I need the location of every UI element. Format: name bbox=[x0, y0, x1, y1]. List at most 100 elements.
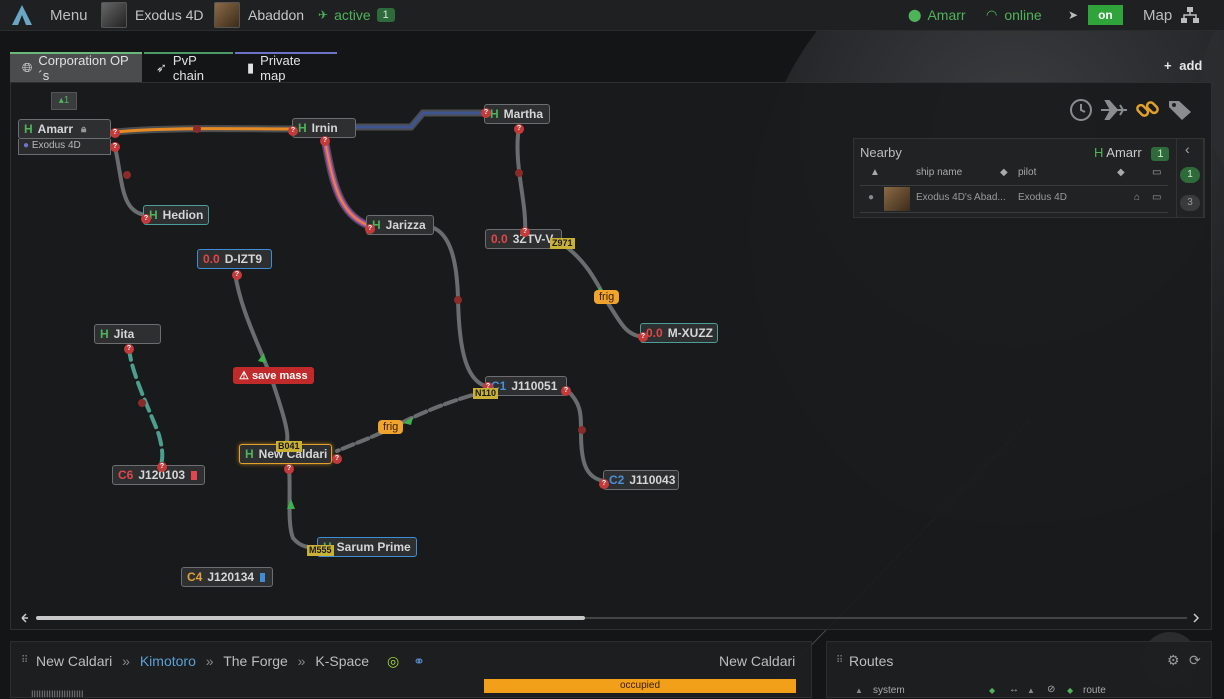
nearby-title: Nearby bbox=[860, 145, 902, 160]
breadcrumb-separator: » bbox=[297, 653, 306, 669]
sort-icon[interactable]: ◆ bbox=[1067, 686, 1073, 695]
system-security: 0.0 bbox=[491, 232, 508, 246]
logo-icon bbox=[12, 5, 32, 25]
endpoint-marker[interactable]: ? bbox=[481, 108, 491, 118]
character-button[interactable]: Exodus 4D bbox=[101, 0, 203, 30]
column-system[interactable]: system bbox=[873, 685, 905, 696]
endpoint-marker[interactable]: ? bbox=[124, 344, 134, 354]
connection-jita-j120103 bbox=[127, 346, 165, 467]
endpoint-marker[interactable]: ? bbox=[110, 142, 120, 152]
toggle-on-button[interactable]: on bbox=[1088, 5, 1123, 25]
sort-icon[interactable]: ▲ bbox=[1027, 686, 1035, 695]
system-irnin[interactable]: H Irnin bbox=[292, 118, 356, 138]
share-icon[interactable]: ⚭ bbox=[413, 653, 425, 669]
system-security: C2 bbox=[609, 473, 625, 487]
menu-button[interactable]: Menu bbox=[10, 0, 88, 30]
sort-icon[interactable]: ◆ bbox=[1117, 167, 1125, 178]
plane-icon[interactable] bbox=[1099, 98, 1129, 122]
endpoint-marker[interactable]: ? bbox=[288, 126, 298, 136]
save-mass-label: save mass bbox=[251, 370, 308, 382]
system-name: Irnin bbox=[311, 121, 338, 135]
add-map-button[interactable]: + add bbox=[1164, 58, 1202, 73]
connection-martha-3ztvv bbox=[515, 125, 528, 233]
plus-icon: + bbox=[1164, 58, 1172, 73]
side-count-badge[interactable]: 3 bbox=[1180, 195, 1200, 211]
system-name: M-XUZZ bbox=[667, 326, 714, 340]
endpoint-marker[interactable]: ? bbox=[520, 227, 530, 237]
side-count-badge[interactable]: 1 bbox=[1180, 167, 1200, 183]
tab-corporation-ops[interactable]: 🌐︎ Corporation OP´s bbox=[10, 52, 142, 83]
ship-avatar bbox=[214, 2, 240, 28]
endpoint-marker[interactable]: ? bbox=[332, 454, 342, 464]
user-count-marker[interactable]: ▴1 bbox=[51, 92, 77, 110]
system-amarr[interactable]: H Amarr 🔒︎ bbox=[18, 119, 111, 139]
column-ship-name[interactable]: ship name bbox=[916, 167, 962, 178]
tab-label: Private map bbox=[260, 53, 301, 83]
system-jita[interactable]: H Jita bbox=[94, 324, 161, 344]
map-marker-icon: ● bbox=[868, 192, 875, 203]
signature-tag: Z971 bbox=[550, 238, 575, 249]
menu-label: Menu bbox=[50, 6, 88, 24]
status-square bbox=[191, 470, 197, 480]
system-d-izt9[interactable]: 0.0 D-IZT9 bbox=[197, 249, 272, 269]
sort-icon[interactable]: ◆ bbox=[1000, 167, 1008, 178]
breadcrumb-separator: » bbox=[205, 653, 214, 669]
home-icon: ⌂ bbox=[1134, 192, 1141, 203]
breadcrumb-separator: » bbox=[122, 653, 130, 669]
id-card-icon: ▭ bbox=[1152, 192, 1162, 203]
map-button[interactable]: Map bbox=[1143, 0, 1200, 30]
system-j110043[interactable]: C2 J110043 bbox=[603, 470, 679, 490]
settings-icon[interactable]: ⚙ bbox=[1167, 652, 1180, 669]
breadcrumb-constellation[interactable]: Kimotoro bbox=[140, 653, 196, 669]
system-j120134[interactable]: C4 J120134 bbox=[181, 567, 273, 587]
system-martha[interactable]: H Martha bbox=[484, 104, 550, 124]
tags-icon[interactable] bbox=[1167, 98, 1195, 122]
sort-icon[interactable]: ▲ bbox=[870, 167, 880, 178]
system-security: 0.0 bbox=[646, 326, 663, 340]
pilot-name: Exodus 4D bbox=[31, 140, 81, 151]
drag-handle-icon[interactable]: ⠿ bbox=[21, 655, 28, 666]
endpoint-marker[interactable]: ? bbox=[514, 124, 524, 134]
system-security: H bbox=[100, 327, 109, 341]
system-name: Amarr bbox=[37, 122, 74, 136]
tab-label: Corporation OP´s bbox=[38, 53, 129, 83]
tab-private-map[interactable]: ▮ Private map bbox=[235, 52, 337, 83]
system-security: C6 bbox=[118, 468, 134, 482]
system-security: H bbox=[245, 447, 254, 461]
nearby-row[interactable]: ● bbox=[860, 185, 1168, 213]
endpoint-marker[interactable]: ? bbox=[232, 270, 242, 280]
endpoint-marker[interactable]: ? bbox=[110, 128, 120, 138]
endpoint-marker[interactable]: ? bbox=[365, 224, 375, 234]
system-m-xuzz[interactable]: 0.0 M-XUZZ bbox=[640, 323, 718, 343]
drag-handle-icon[interactable]: ⠿ bbox=[836, 655, 843, 666]
sort-icon[interactable]: ◆ bbox=[989, 686, 995, 695]
routes-panel: ⠿ Routes ⚙ ⟳ ▲ system ◆ ↔ ▲ ⊘ ◆ route bbox=[826, 641, 1212, 698]
refresh-icon[interactable]: ⟳ bbox=[1189, 652, 1201, 669]
system-jarizza[interactable]: H Jarizza bbox=[366, 215, 434, 235]
endpoint-marker[interactable]: ? bbox=[284, 464, 294, 474]
location-button[interactable]: ⬤ Amarr bbox=[908, 0, 966, 30]
system-hedion[interactable]: H Hedion bbox=[143, 205, 209, 225]
endpoint-marker[interactable]: ? bbox=[638, 332, 648, 342]
tracking-toggle[interactable]: ➤ on bbox=[1068, 0, 1123, 30]
endpoint-marker[interactable]: ? bbox=[141, 214, 151, 224]
sort-icon[interactable]: ▲ bbox=[855, 686, 863, 695]
breadcrumb-region[interactable]: The Forge bbox=[223, 653, 288, 669]
endpoint-marker[interactable]: ? bbox=[599, 479, 609, 489]
endpoint-marker[interactable]: ? bbox=[561, 386, 571, 396]
ship-button[interactable]: Abaddon bbox=[214, 0, 304, 30]
radar-icon[interactable]: ◎ bbox=[387, 653, 399, 669]
active-users-button[interactable]: ✈ active 1 bbox=[318, 0, 395, 30]
tab-pvp-chain[interactable]: ➶ PvP chain bbox=[144, 52, 233, 83]
endpoint-marker[interactable]: ? bbox=[320, 136, 330, 146]
map-canvas[interactable]: ▴1 H Amarr 🔒︎ ● Exodus 4D H Irnin H Mart… bbox=[10, 82, 1212, 630]
breadcrumb-system[interactable]: New Caldari bbox=[36, 653, 112, 669]
globe-icon: 🌐︎ bbox=[22, 60, 33, 75]
collapse-icon[interactable]: ‹ bbox=[1185, 141, 1190, 157]
column-route[interactable]: route bbox=[1083, 685, 1106, 696]
endpoint-marker[interactable]: ? bbox=[157, 462, 167, 472]
clock-icon[interactable] bbox=[1069, 98, 1093, 122]
link-icon[interactable] bbox=[1135, 98, 1161, 122]
column-pilot[interactable]: pilot bbox=[1018, 167, 1036, 178]
map-scrollbar[interactable] bbox=[10, 611, 1212, 625]
